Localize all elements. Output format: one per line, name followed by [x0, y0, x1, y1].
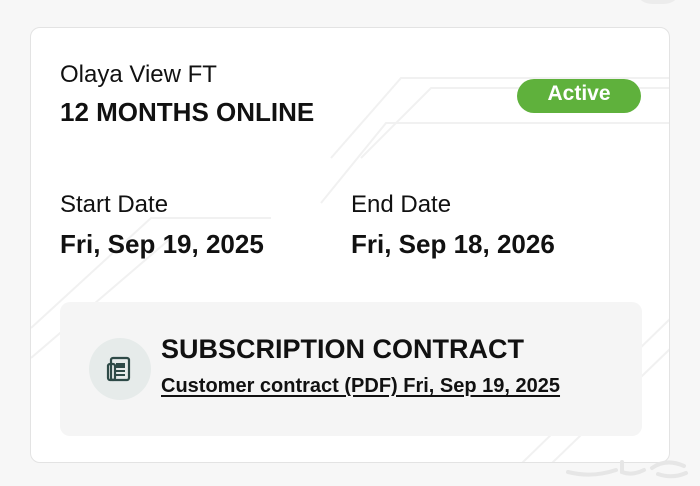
status-badge: Active [517, 79, 641, 113]
contract-panel: SUBSCRIPTION CONTRACT Customer contract … [60, 302, 642, 436]
document-icon [106, 356, 131, 382]
document-icon-badge [89, 338, 151, 400]
contract-pdf-link[interactable]: Customer contract (PDF) Fri, Sep 19, 202… [161, 373, 560, 399]
start-date-label: Start Date [60, 191, 169, 218]
start-date-block: Start Date Fri, Sep 19, 2025 [60, 190, 264, 260]
end-date-label: End Date [351, 191, 452, 218]
start-date-value: Fri, Sep 19, 2025 [60, 229, 264, 259]
page: Olaya View FT 12 MONTHS ONLINE Active St… [0, 0, 700, 486]
plan-name: 12 MONTHS ONLINE [60, 97, 315, 127]
contract-title: SUBSCRIPTION CONTRACT [161, 334, 524, 364]
watermark-logo [566, 460, 688, 479]
top-edge-shape [634, 0, 682, 4]
end-date-block: End Date Fri, Sep 18, 2026 [351, 190, 555, 260]
subscription-card: Olaya View FT 12 MONTHS ONLINE Active St… [30, 27, 670, 463]
gym-name: Olaya View FT [60, 61, 217, 88]
end-date-value: Fri, Sep 18, 2026 [351, 229, 555, 259]
